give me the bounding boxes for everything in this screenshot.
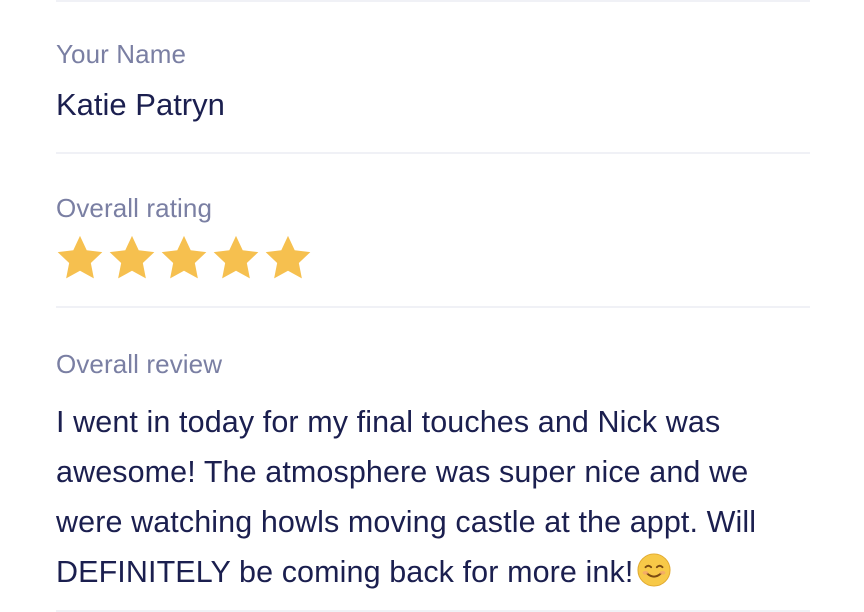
review-section: Overall review I went in today for my fi… [56,308,810,610]
rating-section: Overall rating [56,154,810,306]
star-icon [161,235,207,279]
star-icon [213,235,259,279]
star-icon [109,235,155,279]
name-section: Your Name Katie Patryn [56,2,810,152]
smiling-face-icon [637,553,671,587]
star-icon [57,235,103,279]
rating-label: Overall rating [56,193,213,223]
star-icon [265,235,311,279]
review-form: Your Name Katie Patryn Overall rating Ov… [56,0,810,612]
review-label: Overall review [56,349,223,379]
name-value: Katie Patryn [56,87,225,122]
name-label: Your Name [56,39,187,69]
review-text: I went in today for my final touches and… [56,397,816,597]
star-rating [54,232,314,284]
